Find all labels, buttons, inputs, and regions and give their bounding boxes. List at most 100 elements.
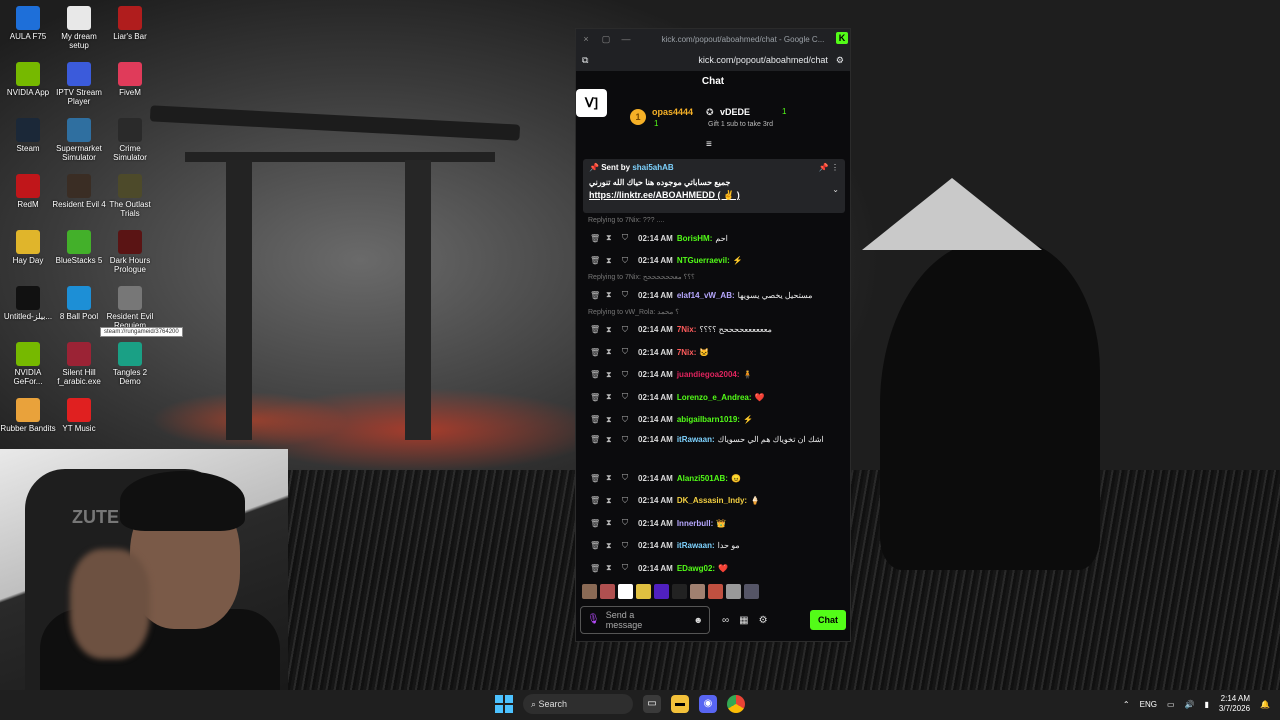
- pin-options-icon[interactable]: 📌 ⋮: [819, 163, 839, 172]
- chat-message[interactable]: 🗑 ⧗ ⛉ 02:14 AM abigailbarn1019: ⚡: [576, 409, 852, 432]
- leaderboard-first-user[interactable]: opas4444: [652, 107, 693, 117]
- timeout-icon[interactable]: ⧗: [606, 496, 622, 506]
- message-username[interactable]: 7Nix:: [677, 325, 697, 334]
- desktop-icon[interactable]: AULA F75: [0, 6, 56, 41]
- settings-gear-icon[interactable]: ⚙: [759, 615, 768, 626]
- ban-shield-icon[interactable]: ⛉: [622, 541, 638, 551]
- minimize-window-button[interactable]: —: [616, 34, 636, 44]
- emote-icon[interactable]: [582, 584, 597, 599]
- desktop-icon[interactable]: Crime Simulator: [102, 118, 158, 162]
- timeout-icon[interactable]: ⧗: [606, 347, 622, 357]
- pinned-username[interactable]: shai5ahAB: [632, 163, 673, 172]
- message-username[interactable]: Alanzi501AB:: [677, 474, 728, 483]
- file-explorer-icon[interactable]: ▬: [671, 695, 689, 713]
- gift-sub-text[interactable]: Gift 1 sub to take 3rd: [708, 121, 773, 128]
- emote-strip[interactable]: [582, 584, 846, 600]
- desktop-icon[interactable]: NVIDIA App: [0, 62, 56, 97]
- timeout-icon[interactable]: ⧗: [606, 473, 622, 483]
- windows-start-icon[interactable]: [495, 695, 513, 713]
- desktop-icon[interactable]: Resident Evil Requiem: [102, 286, 158, 330]
- message-username[interactable]: Innerbull:: [677, 519, 713, 528]
- emote-icon[interactable]: [636, 584, 651, 599]
- chat-input[interactable]: 🎙 Send a message ☻: [580, 606, 710, 634]
- ban-shield-icon[interactable]: ⛉: [622, 496, 638, 506]
- url-bar[interactable]: ⧉ kick.com/popout/aboahmed/chat ⚙: [576, 49, 850, 71]
- delete-icon[interactable]: 🗑: [590, 256, 606, 265]
- chat-message[interactable]: 🗑 ⧗ ⛉ 02:14 AM NTGuerraevil: ⚡: [576, 250, 852, 273]
- chevron-up-icon[interactable]: ⌃: [1123, 700, 1130, 709]
- desktop-icon[interactable]: Silent Hill f_arabic.exe: [51, 342, 107, 386]
- leaderboard-second-user[interactable]: vDEDE: [720, 107, 750, 117]
- ban-shield-icon[interactable]: ⛉: [622, 563, 638, 573]
- delete-icon[interactable]: 🗑: [590, 541, 606, 550]
- store-icon[interactable]: ▦: [739, 615, 748, 626]
- message-username[interactable]: elaf14_vW_AB:: [677, 291, 735, 300]
- desktop-icon[interactable]: My dream setup: [51, 6, 107, 50]
- chevron-down-icon[interactable]: ⌄: [832, 185, 839, 194]
- maximize-window-button[interactable]: ▢: [596, 34, 616, 45]
- emote-icon[interactable]: [672, 584, 687, 599]
- pinned-message[interactable]: 📌 Sent by shai5ahAB جميع حساباتي موجوده …: [583, 159, 845, 213]
- delete-icon[interactable]: 🗑: [590, 496, 606, 505]
- message-username[interactable]: Lorenzo_e_Andrea:: [677, 393, 752, 402]
- filter-icon[interactable]: ≡: [706, 139, 712, 150]
- timeout-icon[interactable]: ⧗: [606, 435, 622, 445]
- timeout-icon[interactable]: ⧗: [606, 233, 622, 243]
- ban-shield-icon[interactable]: ⛉: [622, 325, 638, 335]
- chat-message[interactable]: 🗑 ⧗ ⛉ 02:14 AM itRawaan: اشك ان تخوياك هم الي…: [576, 431, 852, 467]
- ban-shield-icon[interactable]: ⛉: [622, 392, 638, 402]
- timeout-icon[interactable]: ⧗: [606, 541, 622, 551]
- timeout-icon[interactable]: ⧗: [606, 415, 622, 425]
- volume-icon[interactable]: 🔊: [1185, 700, 1195, 709]
- users-infinity-icon[interactable]: ∞: [722, 615, 729, 626]
- ban-shield-icon[interactable]: ⛉: [622, 233, 638, 243]
- chat-message-list[interactable]: Replying to 7Nix: ??? .... 🗑 ⧗ ⛉ 02:14 AM Bor…: [576, 215, 852, 585]
- reply-context[interactable]: Replying to 7Nix: ؟؟؟ معححححححح: [576, 272, 852, 284]
- emote-icon[interactable]: [726, 584, 741, 599]
- language-indicator[interactable]: ENG: [1140, 700, 1157, 709]
- tune-icon[interactable]: ⚙: [836, 55, 844, 66]
- emote-icon[interactable]: [618, 584, 633, 599]
- emoji-icon[interactable]: ☻: [694, 615, 703, 625]
- message-username[interactable]: abigailbarn1019:: [677, 415, 740, 424]
- message-username[interactable]: itRawaan:: [677, 541, 715, 550]
- ban-shield-icon[interactable]: ⛉: [622, 347, 638, 357]
- desktop-icon[interactable]: The Outlast Trials: [102, 174, 158, 218]
- close-window-button[interactable]: ×: [576, 34, 596, 44]
- ban-shield-icon[interactable]: ⛉: [622, 473, 638, 483]
- desktop-icon[interactable]: Resident Evil 4: [51, 174, 107, 209]
- desktop-icon[interactable]: YT Music: [51, 398, 107, 433]
- microphone-icon[interactable]: 🎙: [587, 615, 600, 625]
- desktop-icon[interactable]: Liar's Bar: [102, 6, 158, 41]
- emote-icon[interactable]: [654, 584, 669, 599]
- timeout-icon[interactable]: ⧗: [606, 518, 622, 528]
- timeout-icon[interactable]: ⧗: [606, 290, 622, 300]
- send-chat-button[interactable]: Chat: [810, 610, 846, 630]
- desktop-icon[interactable]: IPTV Stream Player: [51, 62, 107, 106]
- delete-icon[interactable]: 🗑: [590, 474, 606, 483]
- emote-icon[interactable]: [690, 584, 705, 599]
- network-icon[interactable]: ▭: [1167, 700, 1175, 709]
- desktop-icon[interactable]: Supermarket Simulator: [51, 118, 107, 162]
- desktop-icon[interactable]: FiveM: [102, 62, 158, 97]
- timeout-icon[interactable]: ⧗: [606, 256, 622, 266]
- chat-message[interactable]: 🗑 ⧗ ⛉ 02:14 AM itRawaan: مو حدا: [576, 535, 852, 558]
- message-username[interactable]: BorisHM:: [677, 234, 713, 243]
- battery-icon[interactable]: ▮: [1204, 700, 1208, 709]
- chat-message[interactable]: 🗑 ⧗ ⛉ 02:14 AM BorisHM: احم: [576, 227, 852, 250]
- desktop-icon[interactable]: Rubber Bandits: [0, 398, 56, 433]
- message-username[interactable]: NTGuerraevil:: [677, 256, 730, 265]
- reply-context[interactable]: Replying to vW_Rola: ؟ محمد: [576, 307, 852, 319]
- desktop-icon[interactable]: Hay Day: [0, 230, 56, 265]
- desktop-icon[interactable]: Dark Hours Prologue: [102, 230, 158, 274]
- delete-icon[interactable]: 🗑: [590, 325, 606, 334]
- ban-shield-icon[interactable]: ⛉: [622, 370, 638, 380]
- chat-message[interactable]: 🗑 ⧗ ⛉ 02:14 AM EDawg02: ❤️: [576, 557, 852, 580]
- chat-message[interactable]: 🗑 ⧗ ⛉ 02:14 AM Alanzi501AB: 😠: [576, 467, 852, 490]
- delete-icon[interactable]: 🗑: [590, 291, 606, 300]
- taskbar-search[interactable]: ⌕ Search: [523, 694, 633, 714]
- desktop-icon[interactable]: 8 Ball Pool: [51, 286, 107, 321]
- message-username[interactable]: 7Nix:: [677, 348, 697, 357]
- chat-message[interactable]: 🗑 ⧗ ⛉ 02:14 AM 7Nix: 🐱: [576, 341, 852, 364]
- chat-message[interactable]: 🗑 ⧗ ⛉ 02:14 AM Lorenzo_e_Andrea: ❤️: [576, 386, 852, 409]
